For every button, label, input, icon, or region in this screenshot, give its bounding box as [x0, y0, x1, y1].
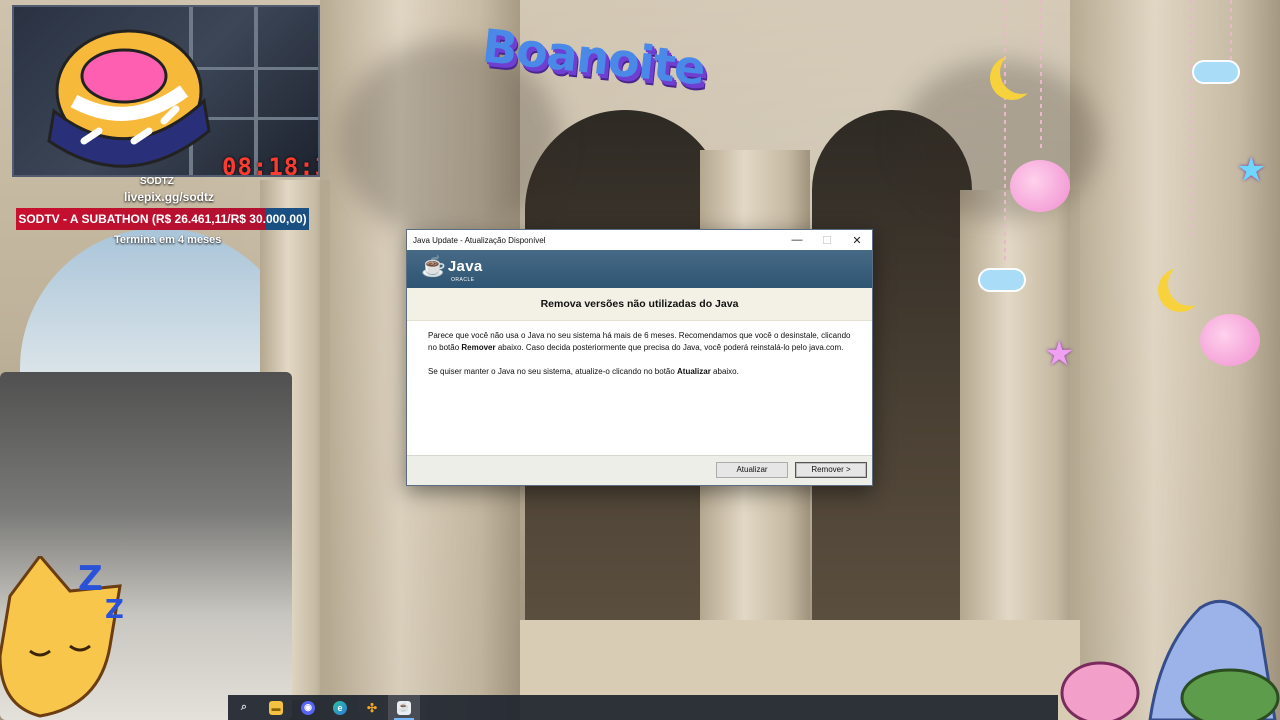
java-update-icon: ☕: [397, 700, 411, 715]
stream-timer: 08:18:33: [222, 153, 318, 177]
java-update-dialog: Java Update - Atualização Disponível — ☐…: [406, 229, 873, 486]
java-logo: ☕ Java: [421, 254, 482, 279]
subathon-progress-bar: SODTV - A SUBATHON (R$ 26.461,11/R$ 30.0…: [16, 208, 309, 230]
hanging-string: [1040, 0, 1042, 150]
leaf-shadow: [900, 60, 1100, 220]
java-banner: ☕ Java ORACLE: [407, 250, 872, 288]
taskbar: ⌕ ▬ ◉ e ✣ ☕: [228, 695, 1058, 720]
livepix-link: livepix.gg/sodtz: [124, 190, 215, 204]
paragraph-text: abaixo.: [710, 367, 739, 376]
file-explorer-icon: ▬: [269, 700, 283, 715]
taskbar-item-edge[interactable]: e: [324, 695, 356, 720]
taskbar-item-java[interactable]: ☕: [388, 695, 420, 720]
streamer-name: SODTZ: [140, 176, 174, 187]
maximize-button: ☐: [822, 234, 832, 247]
paragraph-text: Se quiser manter o Java no seu sistema, …: [428, 367, 678, 376]
bold-remover: Remover: [461, 342, 496, 352]
dialog-titlebar[interactable]: Java Update - Atualização Disponível — ☐…: [407, 230, 872, 250]
update-button[interactable]: Atualizar: [716, 462, 788, 478]
webcam-frame: 08:18:33: [12, 5, 320, 177]
dialog-footer: Atualizar Remover >: [407, 455, 872, 485]
minimize-button[interactable]: —: [782, 230, 812, 250]
taskbar-item-app[interactable]: ✣: [356, 695, 388, 720]
java-logo-text: Java: [447, 258, 483, 275]
shelf: [254, 7, 258, 175]
display-fridge: [0, 372, 292, 720]
search-icon: ⌕: [240, 701, 248, 713]
search-taskbar-button[interactable]: ⌕: [228, 695, 260, 720]
heading-strip: Remova versões não utilizadas do Java: [407, 288, 872, 321]
oracle-label: ORACLE: [451, 277, 475, 283]
sleeping-dog-mascot-icon: [47, 29, 211, 168]
dialog-heading: Remova versões não utilizadas do Java: [540, 298, 739, 310]
hanging-string: [1004, 0, 1006, 260]
paragraph-text: abaixo. Caso decida posteriormente que p…: [495, 342, 844, 352]
bold-atualizar: Atualizar: [677, 367, 711, 376]
taskbar-item-discord[interactable]: ◉: [292, 695, 324, 720]
subathon-ends-label: Termina em 4 meses: [114, 234, 222, 246]
paragraph-remove: Parece que você não usa o Java no seu si…: [428, 330, 852, 353]
dialog-title: Java Update - Atualização Disponível: [413, 235, 546, 245]
close-button[interactable]: ✕: [842, 230, 872, 250]
java-cup-icon: ☕: [421, 256, 446, 278]
remove-button[interactable]: Remover >: [795, 462, 867, 478]
sky-opening-left: [20, 228, 300, 388]
app-icon: ✣: [366, 700, 378, 715]
hanging-string: [1230, 0, 1232, 70]
column-right: [960, 190, 1080, 670]
edge-icon: e: [333, 700, 347, 715]
taskbar-item-explorer[interactable]: ▬: [260, 695, 292, 720]
dialog-body: Parece que você não usa o Java no seu si…: [407, 321, 872, 447]
discord-icon: ◉: [301, 700, 315, 715]
wall-right: [1070, 0, 1280, 720]
paragraph-update: Se quiser manter o Java no seu sistema, …: [428, 366, 852, 378]
hanging-string: [1190, 0, 1192, 240]
